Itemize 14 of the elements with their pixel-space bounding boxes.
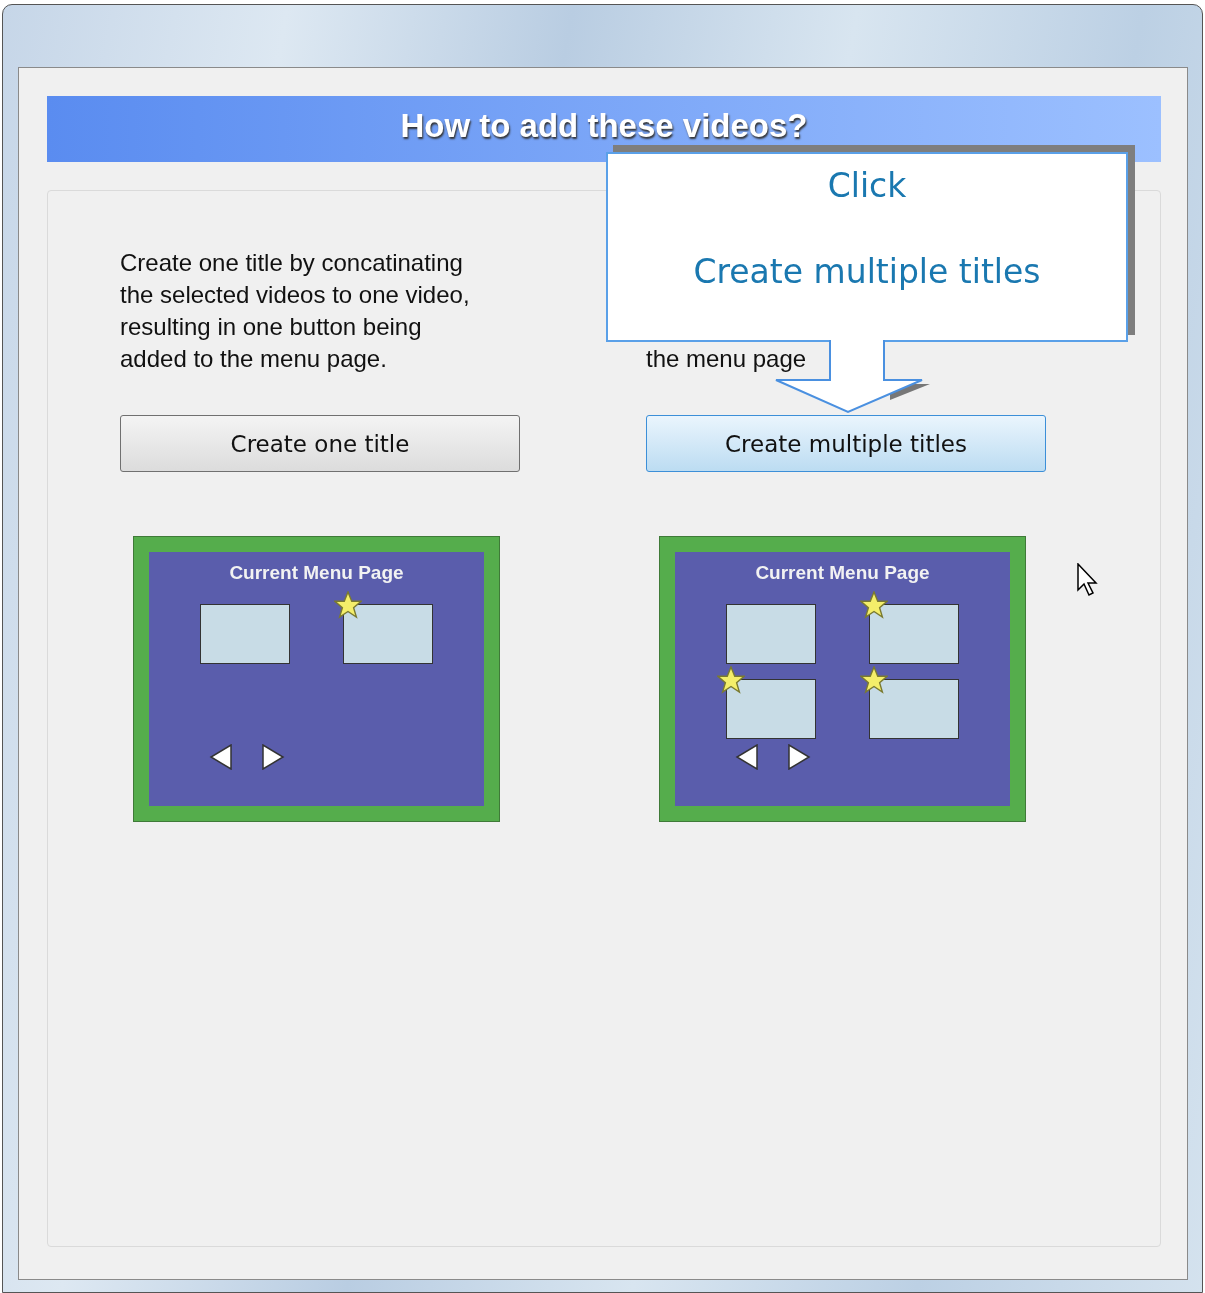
preview-title: Current Menu Page <box>229 562 404 584</box>
mouse-pointer-icon <box>1077 563 1099 597</box>
header-title: How to add these videos? <box>400 106 808 146</box>
right-arrow-icon <box>261 744 285 770</box>
left-arrow-icon <box>209 744 233 770</box>
callout-text: Click <box>827 165 907 207</box>
option-button[interactable]: Create one title <box>120 415 520 472</box>
preview-title: Current Menu Page <box>755 562 930 584</box>
option-button[interactable]: Create multiple titles <box>646 415 1046 472</box>
right-arrow-icon <box>787 744 811 770</box>
callout-text: Create multiple titles <box>693 251 1041 293</box>
option-description: Create one title by concatinating the selected videos to one video, resulting in one button being added to the menu page. <box>120 248 471 374</box>
left-arrow-icon <box>735 744 759 770</box>
option-description: the menu page <box>646 344 808 374</box>
